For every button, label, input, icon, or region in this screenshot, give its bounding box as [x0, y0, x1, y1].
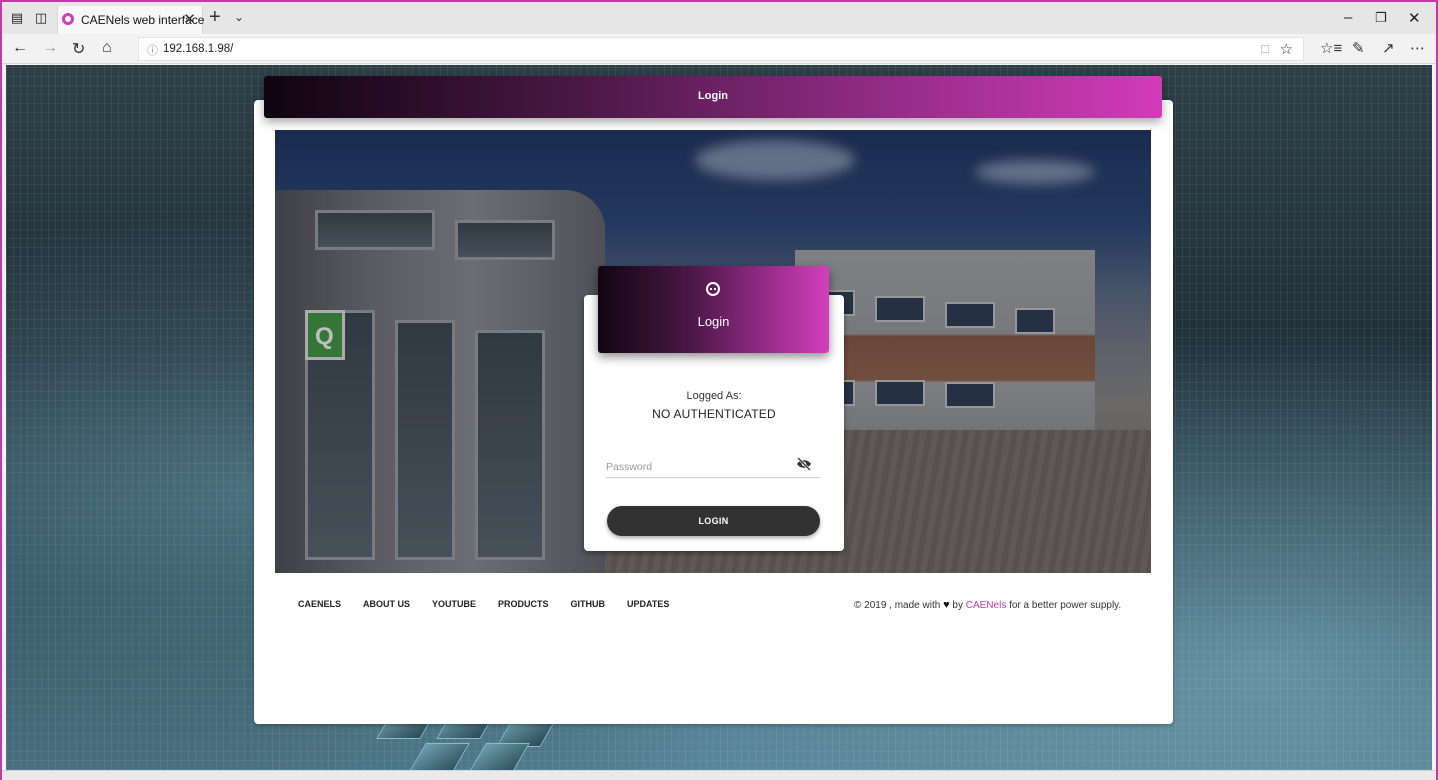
- browser-window: ▤ ◫ CAENels web interface ✕ + ⌄ – ❐ ✕ ← …: [0, 0, 1438, 780]
- credit-brand-link[interactable]: CAENels: [966, 600, 1007, 611]
- tab-close-icon[interactable]: ✕: [183, 10, 196, 28]
- reading-view-icon[interactable]: □: [1261, 41, 1269, 56]
- restore-icon[interactable]: ❐: [1375, 10, 1387, 26]
- url-text[interactable]: 192.168.1.98/: [163, 43, 233, 55]
- new-tab-icon[interactable]: +: [209, 6, 221, 29]
- page-title: Login: [698, 90, 728, 102]
- footer-link-github[interactable]: GITHUB: [571, 599, 606, 609]
- forward-icon[interactable]: →: [42, 39, 58, 57]
- login-header: Login: [598, 266, 829, 353]
- site-info-icon[interactable]: ⓘ: [147, 42, 158, 58]
- navigation-bar: ← → ↻ ⌂ ⓘ 192.168.1.98/ □ ☆ ☆≡ ✎ ↗ ⋯: [2, 34, 1436, 64]
- credit-prefix: © 2019 , made with: [854, 600, 941, 611]
- site-favicon-icon: [62, 13, 74, 25]
- footer-link-youtube[interactable]: YOUTUBE: [432, 599, 476, 609]
- footer-link-products[interactable]: PRODUCTS: [498, 599, 549, 609]
- page-viewport: Login Q Login Logged As: NO AUTHENTICATE…: [6, 65, 1432, 770]
- toggle-password-visibility-icon[interactable]: [796, 457, 812, 471]
- window-close-icon[interactable]: ✕: [1408, 9, 1421, 27]
- credit-suffix: for a better power supply.: [1009, 600, 1122, 611]
- address-bar[interactable]: ⓘ 192.168.1.98/ □ ☆: [138, 37, 1304, 61]
- tab-actions-icon[interactable]: ▤: [10, 11, 24, 24]
- back-icon[interactable]: ←: [12, 39, 28, 57]
- login-button[interactable]: LOGIN: [607, 506, 820, 536]
- home-icon[interactable]: ⌂: [102, 39, 112, 57]
- footer-links: CAENELS ABOUT US YOUTUBE PRODUCTS GITHUB…: [298, 599, 691, 609]
- make-note-icon[interactable]: ✎: [1352, 39, 1365, 57]
- tab-strip: ▤ ◫ CAENels web interface ✕ + ⌄ – ❐ ✕: [2, 2, 1436, 34]
- logged-as-label: Logged As:: [686, 390, 742, 402]
- logged-as-value: NO AUTHENTICATED: [652, 407, 776, 421]
- footer-link-caenels[interactable]: CAENELS: [298, 599, 341, 609]
- password-field[interactable]: [606, 456, 820, 478]
- status-bar: [2, 770, 1436, 780]
- minimize-icon[interactable]: –: [1344, 9, 1352, 26]
- tab-list-chevron-icon[interactable]: ⌄: [234, 10, 244, 24]
- user-face-icon: [706, 282, 720, 296]
- favorite-star-icon[interactable]: ☆: [1280, 40, 1293, 58]
- page-header: Login: [264, 76, 1162, 118]
- login-title: Login: [697, 314, 730, 329]
- more-menu-icon[interactable]: ⋯: [1410, 39, 1425, 57]
- credit-by: by: [952, 600, 963, 611]
- footer-link-about-us[interactable]: ABOUT US: [363, 599, 410, 609]
- footer-link-updates[interactable]: UPDATES: [627, 599, 669, 609]
- tab-active[interactable]: CAENels web interface ✕: [57, 6, 204, 34]
- favorites-list-icon[interactable]: ☆≡: [1320, 39, 1342, 57]
- heart-icon: ♥: [943, 599, 950, 611]
- share-icon[interactable]: ↗: [1382, 39, 1395, 57]
- footer-credit: © 2019 , made with ♥ by CAENels for a be…: [854, 599, 1121, 611]
- refresh-icon[interactable]: ↻: [72, 39, 85, 59]
- set-tabs-aside-icon[interactable]: ◫: [34, 11, 48, 24]
